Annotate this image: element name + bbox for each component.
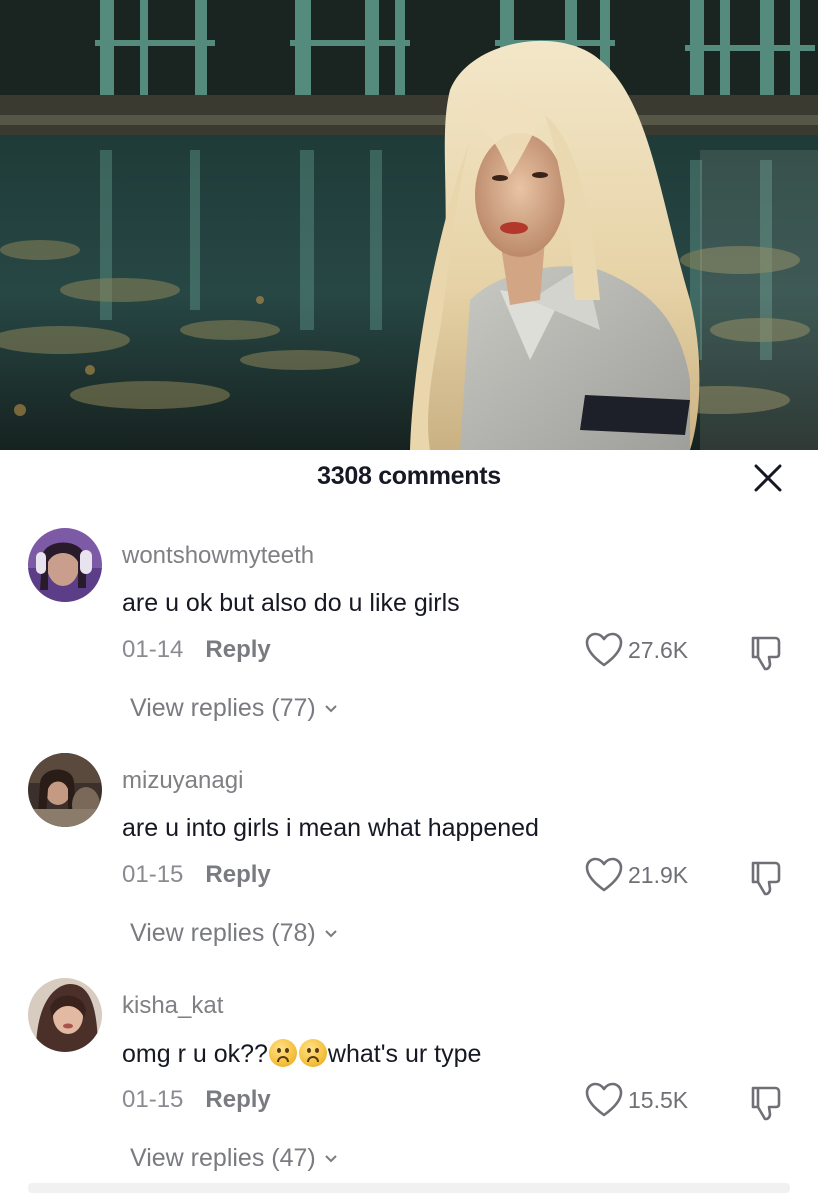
thumbs-down-icon [751,1086,781,1121]
like-count: 15.5K [628,1086,689,1113]
view-replies-label: View replies (47) [130,1144,316,1172]
view-replies-label: View replies (78) [130,919,316,947]
chevron-down-icon [325,1154,337,1162]
dislike-button[interactable] [745,857,785,897]
thumbs-down-icon [751,636,781,671]
comment-username[interactable]: kisha_kat [122,992,223,1020]
comments-sheet: 3308 comments wontshowmyteeth are u ok b… [0,450,818,1200]
comment-item: wontshowmyteeth are u ok but also do u l… [0,528,818,753]
view-replies-button[interactable]: View replies (47) [130,1144,338,1173]
heart-icon [585,857,623,892]
comment-count: 3308 comments [317,462,501,490]
thumbs-down-icon [751,861,781,896]
dislike-button[interactable] [745,632,785,672]
avatar-image [28,753,102,827]
comment-username[interactable]: wontshowmyteeth [122,542,314,570]
comment-username[interactable]: mizuyanagi [122,767,243,795]
dislike-button[interactable] [745,1082,785,1122]
reply-button[interactable]: Reply [205,636,270,663]
comment-item: mizuyanagi are u into girls i mean what … [0,753,818,978]
avatar[interactable] [28,528,102,602]
like-count: 21.9K [628,861,689,888]
avatar[interactable] [28,753,102,827]
frowning-face-icon [298,1039,327,1067]
comment-text-part: what's ur type [327,1040,482,1068]
avatar-image [28,528,102,602]
comment-date: 01-15 [122,861,184,888]
view-replies-button[interactable]: View replies (77) [130,694,338,723]
comment-meta: 01-15 Reply [122,861,271,889]
close-button[interactable] [748,458,788,498]
reply-button[interactable]: Reply [205,861,270,888]
comment-text: are u into girls i mean what happened [122,814,539,842]
video-frame[interactable] [0,0,818,450]
chevron-down-icon [325,704,337,712]
view-replies-button[interactable]: View replies (78) [130,919,338,948]
like-button[interactable]: 27.6K [584,630,688,670]
view-replies-label: View replies (77) [130,694,316,722]
video-still-image [0,0,818,450]
chevron-down-icon [325,929,337,937]
comment-text-part: omg r u ok?? [122,1040,268,1068]
like-button[interactable]: 15.5K [584,1080,688,1120]
comment-meta: 01-15 Reply [122,1086,271,1114]
comment-input-bar-edge [28,1183,790,1193]
comments-header: 3308 comments [0,450,818,500]
heart-icon [585,632,623,667]
comment-text: are u ok but also do u like girls [122,589,460,617]
like-button[interactable]: 21.9K [584,855,688,895]
comment-meta: 01-14 Reply [122,636,271,664]
comment-text: omg r u ok?? what's ur type [122,1039,481,1069]
reply-button[interactable]: Reply [205,1086,270,1113]
comment-date: 01-14 [122,636,184,663]
frowning-face-icon [268,1039,297,1067]
close-icon [754,464,782,492]
like-count: 27.6K [628,636,689,663]
heart-icon [585,1082,623,1117]
avatar-image [28,978,102,1052]
comment-item: kisha_kat omg r u ok?? what's ur type 01-… [0,978,818,1200]
comment-date: 01-15 [122,1086,184,1113]
avatar[interactable] [28,978,102,1052]
